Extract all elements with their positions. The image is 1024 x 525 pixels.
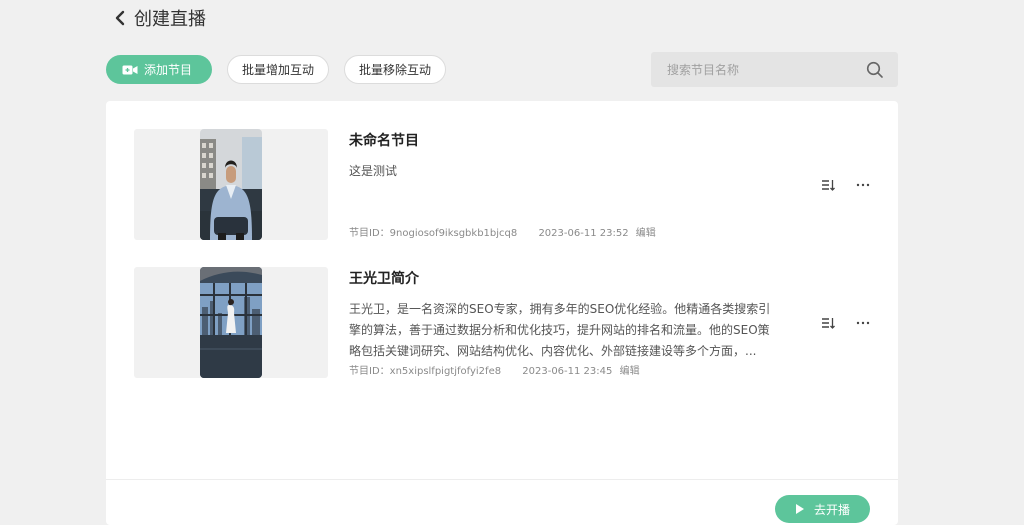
program-item: 未命名节目 这是测试 节目ID：9nogiosof9iksgbkb1bjcq8 …	[134, 129, 874, 240]
panel-footer: 去开播	[106, 479, 898, 525]
program-meta: 节目ID：xn5xipslfpigtjfofyi2fe8 2023-06-11 …	[349, 362, 640, 377]
sort-icon[interactable]	[820, 315, 836, 331]
add-program-label: 添加节目	[144, 63, 193, 77]
go-live-button[interactable]: 去开播	[775, 495, 870, 523]
program-title[interactable]: 未命名节目	[349, 130, 419, 150]
edit-link[interactable]: 编辑	[636, 228, 656, 239]
edit-link[interactable]: 编辑	[620, 366, 640, 377]
program-time: 2023-06-11 23:45	[522, 366, 613, 377]
program-id: 9nogiosof9iksgbkb1bjcq8	[389, 228, 518, 239]
more-icon[interactable]	[855, 177, 871, 193]
sort-icon[interactable]	[820, 177, 836, 193]
batch-add-interaction-button[interactable]: 批量增加互动	[227, 55, 330, 84]
program-thumbnail[interactable]	[134, 129, 328, 240]
program-time: 2023-06-11 23:52	[538, 228, 629, 239]
program-title[interactable]: 王光卫简介	[349, 268, 419, 288]
program-description: 王光卫，是一名资深的SEO专家，拥有多年的SEO优化经验。他精通各类搜索引擎的算…	[349, 302, 771, 358]
search-icon[interactable]	[866, 61, 884, 79]
chevron-left-icon	[115, 10, 125, 26]
more-icon[interactable]	[855, 315, 871, 331]
batch-remove-interaction-button[interactable]: 批量移除互动	[344, 55, 447, 84]
program-id-label: 节目ID：	[349, 366, 390, 377]
program-cover-image	[200, 267, 262, 378]
program-list-panel: 未命名节目 这是测试 节目ID：9nogiosof9iksgbkb1bjcq8 …	[106, 101, 898, 525]
search-box	[651, 52, 898, 87]
page-header: 创建直播	[112, 4, 206, 32]
back-button[interactable]	[112, 10, 128, 26]
video-add-icon	[122, 65, 138, 74]
program-description: 这是测试	[349, 164, 398, 178]
program-thumbnail[interactable]	[134, 267, 328, 378]
program-meta: 节目ID：9nogiosof9iksgbkb1bjcq8 2023-06-11 …	[349, 224, 656, 239]
program-item: 王光卫简介 王光卫，是一名资深的SEO专家，拥有多年的SEO优化经验。他精通各类…	[134, 267, 874, 378]
program-cover-image	[200, 129, 262, 240]
program-id-label: 节目ID：	[349, 228, 390, 239]
add-program-button[interactable]: 添加节目	[106, 55, 213, 84]
program-id: xn5xipslfpigtjfofyi2fe8	[389, 366, 502, 377]
go-live-label: 去开播	[813, 502, 850, 517]
page-title: 创建直播	[134, 9, 206, 30]
search-input[interactable]	[665, 61, 866, 78]
play-icon	[795, 504, 804, 514]
toolbar: 添加节目 批量增加互动 批量移除互动	[106, 55, 447, 84]
